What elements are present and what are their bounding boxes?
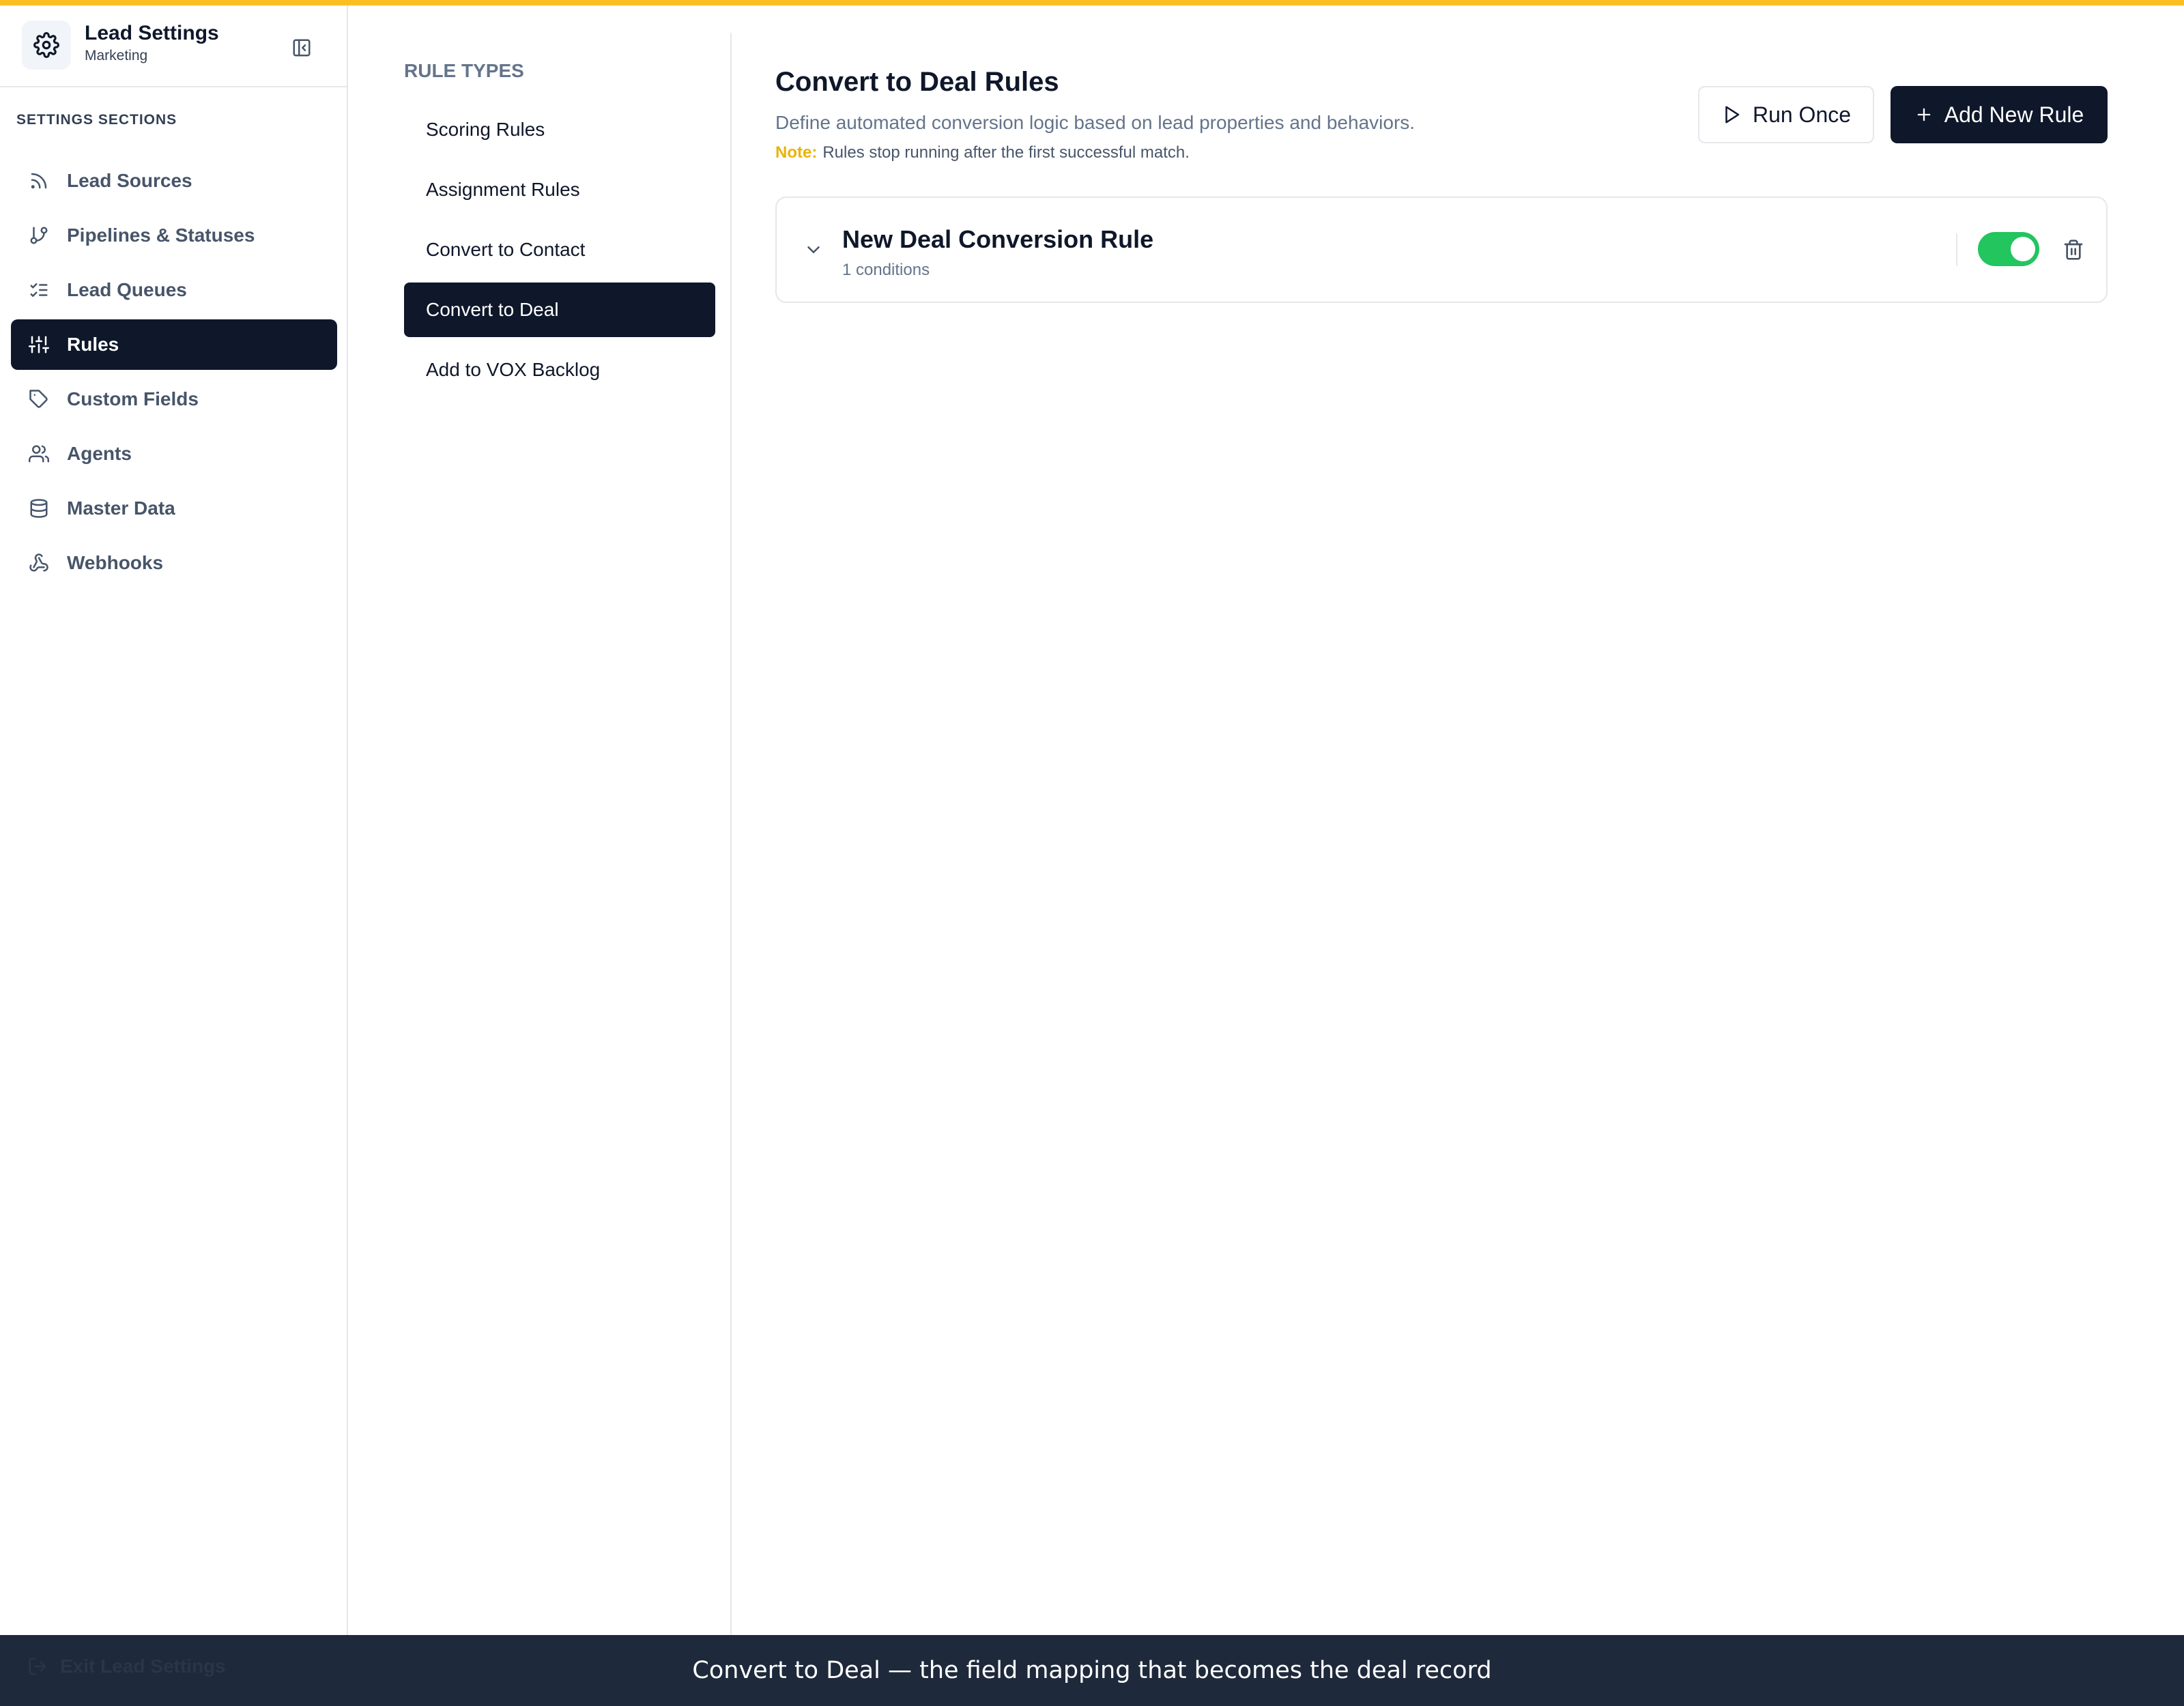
settings-sidebar: Lead Settings Marketing SETTINGS SECTION… [0, 5, 348, 1635]
sidebar-item-lead-sources[interactable]: Lead Sources [11, 156, 337, 206]
sidebar-item-master-data[interactable]: Master Data [11, 483, 337, 534]
add-new-rule-label: Add New Rule [1944, 102, 2084, 127]
trash-icon[interactable] [2060, 236, 2087, 263]
sidebar-item-rules[interactable]: Rules [11, 319, 337, 370]
chevron-down-icon[interactable] [800, 236, 827, 263]
run-once-button[interactable]: Run Once [1698, 86, 1874, 143]
rule-types-panel: RULE TYPES Scoring Rules Assignment Rule… [348, 5, 732, 1635]
sliders-icon [27, 333, 51, 356]
sidebar-item-pipelines-statuses[interactable]: Pipelines & Statuses [11, 210, 337, 261]
rss-icon [27, 169, 51, 192]
top-accent-bar [0, 0, 2184, 5]
sidebar-item-label: Lead Queues [67, 279, 187, 300]
database-icon [27, 497, 51, 520]
sidebar-item-label: Custom Fields [67, 388, 199, 409]
rule-type-convert-contact[interactable]: Convert to Contact [404, 222, 715, 277]
app-title: Lead Settings [85, 22, 219, 44]
webhook-icon [27, 551, 51, 575]
rule-type-scoring[interactable]: Scoring Rules [404, 102, 715, 157]
rule-type-assignment[interactable]: Assignment Rules [404, 162, 715, 217]
exit-lead-settings-button[interactable]: Exit Lead Settings [27, 1656, 226, 1677]
sidebar-header: Lead Settings Marketing [0, 5, 347, 87]
list-checks-icon [27, 278, 51, 302]
rule-type-vox-backlog[interactable]: Add to VOX Backlog [404, 343, 715, 397]
rule-enabled-toggle[interactable] [1978, 232, 2039, 266]
rule-types-label: RULE TYPES [404, 60, 524, 81]
exit-label: Exit Lead Settings [60, 1656, 226, 1677]
caption-bar: Convert to Deal — the field mapping that… [0, 1635, 2184, 1706]
settings-sections-label: SETTINGS SECTIONS [16, 112, 177, 128]
rule-types-list: Scoring Rules Assignment Rules Convert t… [404, 102, 715, 403]
settings-gear-icon [22, 20, 71, 70]
git-branch-icon [27, 224, 51, 247]
run-once-label: Run Once [1752, 102, 1852, 127]
app-subtitle: Marketing [85, 48, 148, 63]
add-new-rule-button[interactable]: Add New Rule [1891, 86, 2108, 143]
plus-icon [1914, 105, 1934, 124]
page-description: Define automated conversion logic based … [775, 112, 1416, 133]
rule-type-convert-deal[interactable]: Convert to Deal [404, 283, 715, 337]
collapse-sidebar-icon[interactable] [289, 35, 314, 60]
sidebar-item-custom-fields[interactable]: Custom Fields [11, 374, 337, 424]
sidebar-item-label: Agents [67, 443, 132, 464]
tag-icon [27, 388, 51, 411]
sidebar-item-label: Webhooks [67, 552, 164, 573]
page-title: Convert to Deal Rules [775, 67, 1059, 97]
rule-name: New Deal Conversion Rule [842, 225, 1154, 253]
sidebar-nav: Lead Sources Pipelines & Statuses Lead Q… [11, 156, 337, 592]
rule-actions-divider [1956, 233, 1957, 266]
sidebar-item-label: Lead Sources [67, 170, 192, 191]
sidebar-item-label: Pipelines & Statuses [67, 225, 255, 246]
rule-conditions-count: 1 conditions [842, 261, 930, 279]
users-icon [27, 442, 51, 465]
sidebar-item-webhooks[interactable]: Webhooks [11, 538, 337, 588]
rule-card: New Deal Conversion Rule 1 conditions [775, 197, 2108, 303]
toggle-knob [2011, 237, 2035, 261]
page-note: Note: Rules stop running after the first … [775, 143, 1190, 162]
play-icon [1721, 104, 1742, 125]
main-content: Convert to Deal Rules Define automated c… [732, 5, 2184, 1635]
sidebar-item-label: Master Data [67, 497, 175, 519]
note-text: Rules stop running after the first succe… [822, 143, 1190, 162]
log-out-icon [27, 1656, 48, 1677]
sidebar-item-lead-queues[interactable]: Lead Queues [11, 265, 337, 315]
note-label: Note: [775, 143, 818, 162]
sidebar-item-agents[interactable]: Agents [11, 429, 337, 479]
sidebar-item-label: Rules [67, 334, 119, 355]
